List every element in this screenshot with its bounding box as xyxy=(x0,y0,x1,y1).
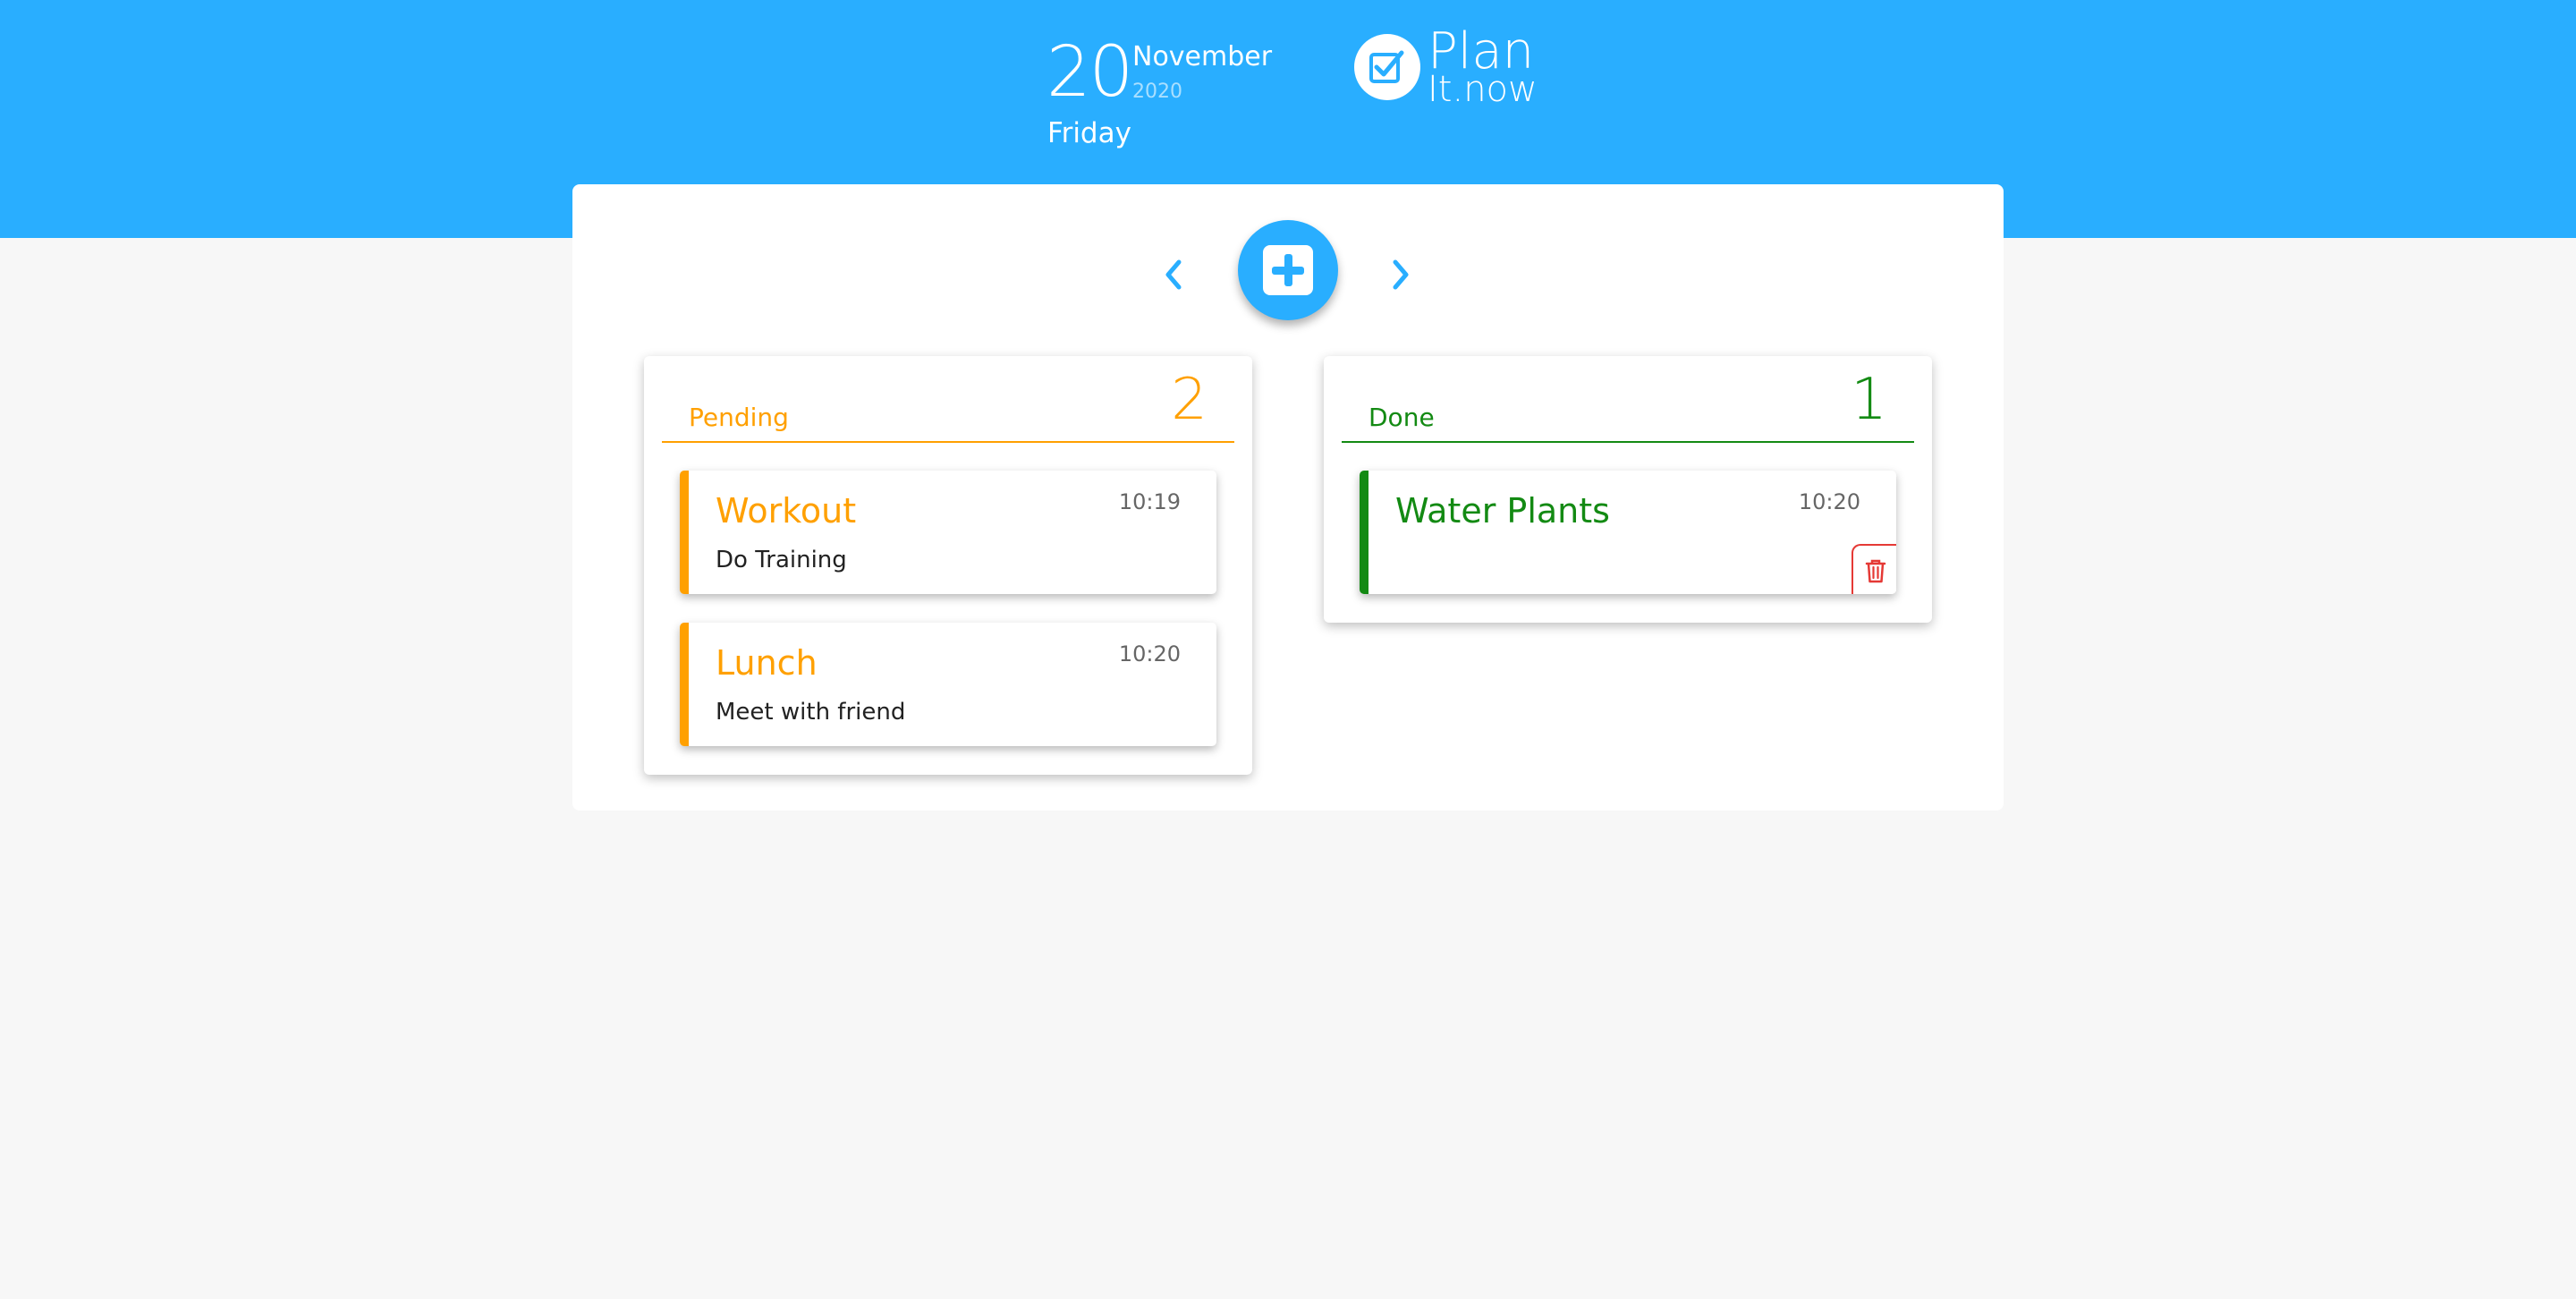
date-weekday: Friday xyxy=(1047,117,1131,149)
column-divider xyxy=(662,441,1234,443)
task-description: Do Training xyxy=(716,547,847,573)
task-time: 10:20 xyxy=(1118,641,1181,666)
logo-text-itnow: It.now xyxy=(1428,69,1538,110)
column-label-pending: Pending xyxy=(689,403,789,432)
task-status-bar xyxy=(1360,471,1368,594)
chevron-left-icon xyxy=(1165,259,1182,290)
add-task-button[interactable] xyxy=(1238,220,1338,320)
plus-square-icon xyxy=(1263,245,1313,295)
date-month: November xyxy=(1132,41,1273,72)
task-time: 10:20 xyxy=(1798,489,1860,514)
done-count: 1 xyxy=(1851,367,1887,433)
task-description: Meet with friend xyxy=(716,699,906,726)
previous-day-button[interactable] xyxy=(1159,257,1190,293)
task-status-bar xyxy=(680,471,689,594)
column-divider xyxy=(1342,441,1914,443)
done-column: Done 1 Water Plants 10:20 xyxy=(1324,356,1932,623)
task-title: Workout xyxy=(716,491,857,531)
task-card[interactable]: Lunch 10:20 Meet with friend xyxy=(680,623,1216,746)
next-day-button[interactable] xyxy=(1385,257,1415,293)
task-time: 10:19 xyxy=(1118,489,1181,514)
task-card[interactable]: Workout 10:19 Do Training xyxy=(680,471,1216,594)
trash-icon xyxy=(1865,559,1886,583)
pending-count: 2 xyxy=(1171,367,1208,433)
task-title: Lunch xyxy=(716,643,818,683)
task-card[interactable]: Water Plants 10:20 xyxy=(1360,471,1896,594)
column-label-done: Done xyxy=(1368,403,1435,432)
task-title: Water Plants xyxy=(1395,491,1610,531)
date-day: 20 xyxy=(1046,32,1133,113)
chevron-right-icon xyxy=(1393,259,1409,290)
checkbox-icon xyxy=(1354,34,1420,100)
task-status-bar xyxy=(680,623,689,746)
date-year: 2020 xyxy=(1132,81,1182,103)
delete-task-button[interactable] xyxy=(1852,544,1896,594)
pending-column: Pending 2 Workout 10:19 Do Training Lunc… xyxy=(644,356,1252,775)
